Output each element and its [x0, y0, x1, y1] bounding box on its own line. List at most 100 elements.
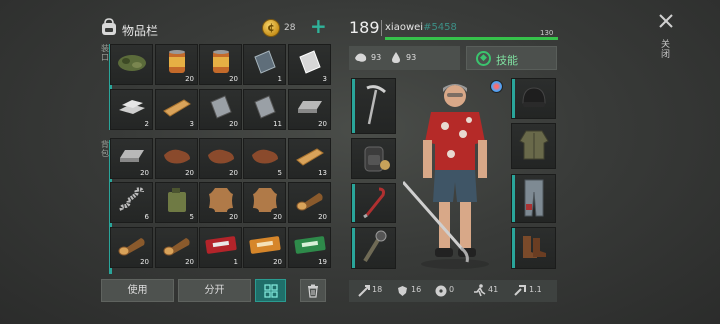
water-value: 93: [406, 53, 417, 62]
skills-button[interactable]: ◆ 技能: [466, 46, 557, 70]
beanie-icon: [521, 87, 546, 107]
grid-icon: [263, 284, 278, 298]
equip-slot-weapon[interactable]: [351, 78, 396, 134]
boots-icon: [522, 236, 546, 259]
equip-slot-legs[interactable]: [511, 174, 556, 223]
inventory-slot[interactable]: 20: [199, 182, 242, 223]
hp-bar-fill: [385, 37, 558, 40]
inventory-slot[interactable]: 20: [155, 138, 198, 179]
player-name: xiaowei#5458: [385, 22, 457, 33]
inventory-slot[interactable]: 20: [110, 227, 153, 268]
inventory-slot[interactable]: 3: [155, 89, 198, 130]
attack-value: 18: [372, 285, 383, 294]
leather-icon: [250, 145, 280, 171]
item-quantity: 20: [318, 120, 327, 128]
leather-icon: [162, 145, 192, 171]
crit-icon: [514, 285, 526, 296]
radiation-icon: [435, 285, 447, 297]
armor-icon: [398, 286, 407, 296]
inventory-slot[interactable]: 1: [243, 44, 286, 85]
inventory-slot[interactable]: 1: [199, 227, 242, 268]
inventory-slot[interactable]: [110, 44, 153, 85]
survival-stats: 93 93: [349, 46, 460, 70]
skills-icon: ◆: [476, 51, 491, 66]
character-stats-bar: 18 16 0 41 1.1: [349, 280, 557, 302]
split-button[interactable]: 分开: [178, 279, 251, 302]
coin-count: 28: [284, 23, 296, 33]
appearance-badge-icon[interactable]: [490, 80, 503, 93]
log-icon: [162, 234, 192, 260]
inventory-title: 物品栏: [122, 24, 159, 38]
inventory-slot[interactable]: 5: [243, 138, 286, 179]
use-button[interactable]: 使用: [101, 279, 174, 302]
inventory-slot[interactable]: 20: [243, 182, 286, 223]
slot-accent: [512, 79, 515, 118]
leather-icon: [206, 145, 236, 171]
pickaxe-icon: [365, 85, 386, 125]
skills-label: 技能: [496, 54, 518, 67]
close-icon[interactable]: [657, 12, 675, 30]
inventory-slot[interactable]: 20: [243, 227, 286, 268]
player-id: #5458: [423, 22, 457, 33]
equip-slot-tool[interactable]: [351, 183, 396, 223]
player-level: 189: [349, 18, 380, 37]
sort-grid-button[interactable]: [255, 279, 286, 302]
water-icon: [392, 52, 400, 63]
food-value: 93: [371, 53, 382, 62]
wooden-plank-icon: [295, 145, 325, 171]
item-quantity: 13: [318, 169, 327, 177]
slot-accent: [352, 228, 355, 268]
equip-slot-feet[interactable]: [511, 227, 556, 269]
iron-bars-icon: [117, 96, 147, 122]
iron-ingot-icon: [117, 146, 147, 170]
inventory-slot[interactable]: 20: [155, 227, 198, 268]
green-ticket-icon: [293, 235, 326, 258]
item-quantity: 5: [277, 169, 282, 177]
inventory-slot[interactable]: 13: [288, 138, 331, 179]
inventory-slot[interactable]: 20: [288, 182, 331, 223]
speed-value: 41: [488, 285, 499, 294]
equip-slot-backpack[interactable]: [351, 138, 396, 179]
item-quantity: 20: [229, 169, 238, 177]
slot-accent: [512, 175, 515, 222]
inventory-slot[interactable]: 20: [110, 138, 153, 179]
wooden-plank-icon: [162, 96, 192, 122]
fuel-canister-icon: [166, 186, 188, 218]
equip-slot-melee[interactable]: [351, 227, 396, 269]
inventory-slot[interactable]: 5: [155, 182, 198, 223]
item-quantity: 11: [273, 120, 282, 128]
item-quantity: 20: [318, 213, 327, 221]
inventory-slot[interactable]: 20: [155, 44, 198, 85]
iron-ingot-icon: [295, 97, 325, 121]
spiked-club-icon: [362, 230, 386, 263]
equip-slot-head[interactable]: [511, 78, 556, 119]
canned-food-icon: [212, 49, 230, 79]
equip-slot-body[interactable]: [511, 123, 556, 169]
header-divider: [381, 20, 382, 36]
inventory-slot[interactable]: 20: [199, 138, 242, 179]
spring-icon: [118, 186, 146, 218]
hp-value: 130: [540, 29, 554, 37]
inventory-slot[interactable]: 3: [288, 44, 331, 85]
coin-icon: ¢: [262, 19, 280, 37]
item-quantity: 19: [318, 258, 327, 266]
pants-icon: [524, 179, 543, 217]
item-quantity: 6: [144, 213, 149, 221]
trash-button[interactable]: [300, 279, 326, 302]
add-coins-button[interactable]: +: [310, 16, 327, 37]
trash-icon: [308, 284, 318, 298]
player-name-text: xiaowei: [385, 22, 424, 33]
item-quantity: 5: [189, 213, 194, 221]
tactical-backpack-icon: [364, 146, 390, 172]
inventory-slot[interactable]: 20: [288, 89, 331, 130]
inventory-slot[interactable]: 6: [110, 182, 153, 223]
item-quantity: 20: [140, 258, 149, 266]
item-quantity: 2: [144, 120, 149, 128]
inventory-slot[interactable]: 19: [288, 227, 331, 268]
jacket-icon: [518, 130, 549, 160]
inventory-slot[interactable]: 2: [110, 89, 153, 130]
inventory-slot[interactable]: 20: [199, 44, 242, 85]
inventory-slot[interactable]: 20: [199, 89, 242, 130]
close-label[interactable]: 关闭: [661, 40, 671, 60]
inventory-slot[interactable]: 11: [243, 89, 286, 130]
